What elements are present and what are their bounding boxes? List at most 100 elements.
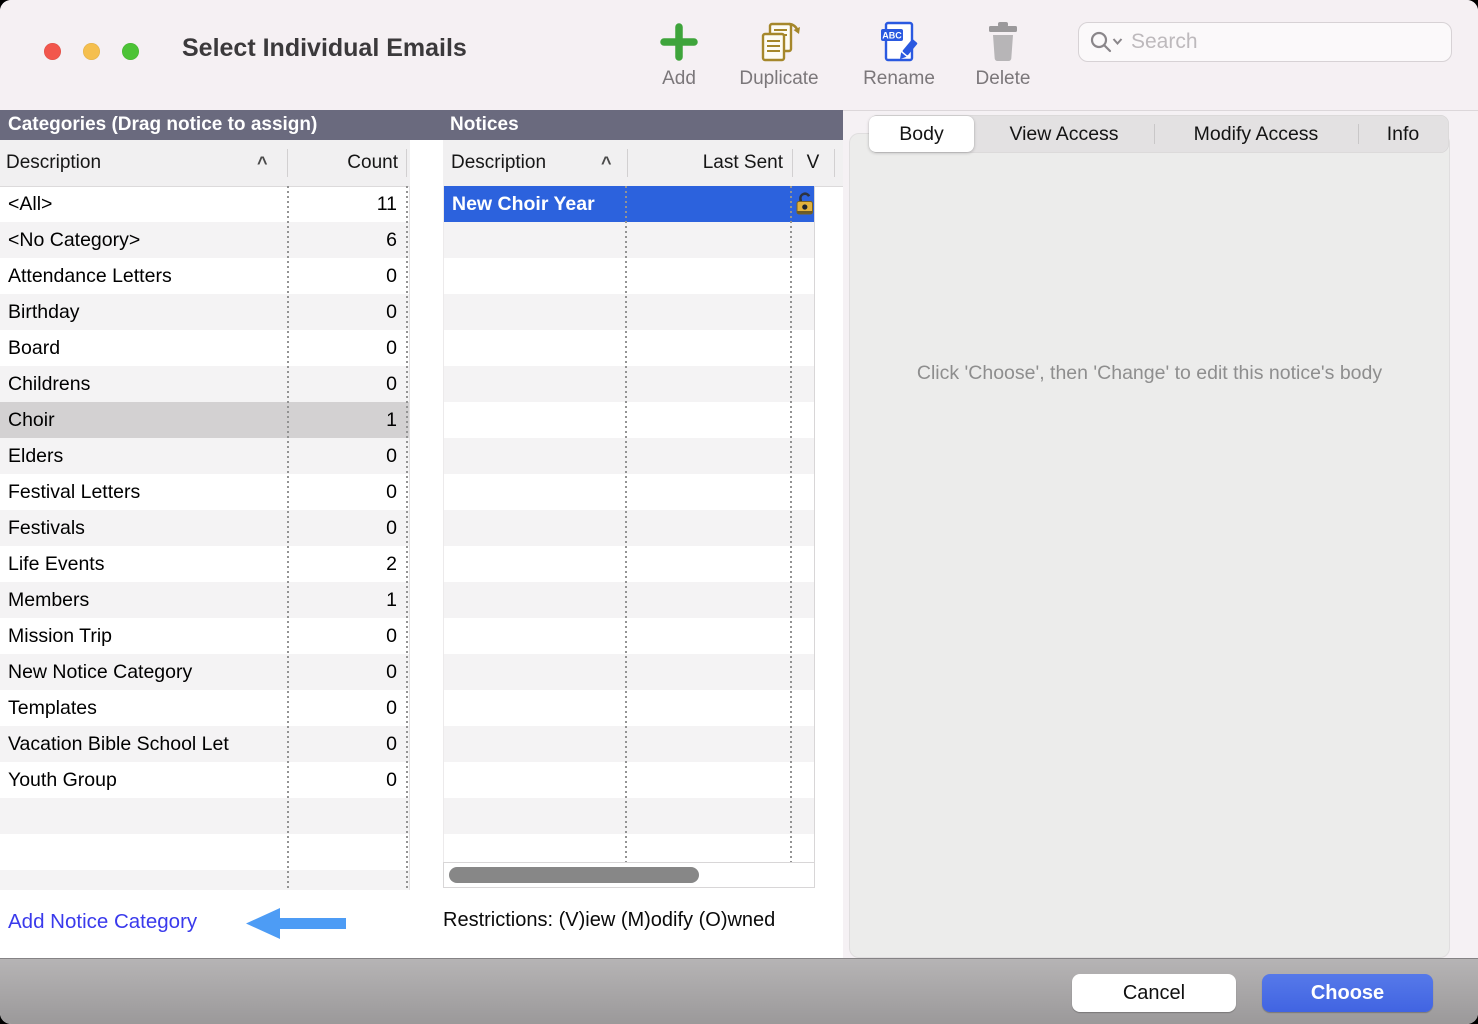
category-row[interactable]: Members1 (0, 582, 409, 618)
footer-bar: Cancel Choose (0, 958, 1478, 1024)
category-row[interactable]: Festival Letters0 (0, 474, 409, 510)
category-row[interactable]: Youth Group0 (0, 762, 409, 798)
notice-description: New Choir Year (444, 186, 625, 222)
categories-table: Description ^ Count <All>11<No Category>… (0, 140, 410, 890)
minimize-window-button[interactable] (83, 43, 100, 60)
category-count: 0 (286, 366, 409, 402)
categories-description-header[interactable]: Description (6, 140, 101, 186)
tab-info[interactable]: Info (1358, 116, 1448, 152)
tab-modify-access[interactable]: Modify Access (1154, 116, 1358, 152)
category-row[interactable]: Vacation Bible School Let0 (0, 726, 409, 762)
category-count: 0 (286, 330, 409, 366)
category-row[interactable]: Elders0 (0, 438, 409, 474)
category-description: Choir (0, 402, 286, 438)
empty-row (444, 438, 814, 474)
duplicate-button[interactable]: Duplicate (731, 18, 827, 90)
column-divider-dotted (287, 186, 289, 890)
category-count: 1 (286, 402, 409, 438)
category-count: 0 (286, 258, 409, 294)
empty-row (444, 222, 814, 258)
plus-icon (631, 18, 727, 66)
empty-row (0, 870, 409, 890)
empty-row (444, 330, 814, 366)
window-title: Select Individual Emails (182, 34, 467, 63)
category-row[interactable]: Templates0 (0, 690, 409, 726)
category-count: 0 (286, 510, 409, 546)
notices-group-title: Notices (450, 110, 519, 140)
search-input[interactable]: Search (1078, 22, 1452, 62)
notice-view-restriction (789, 186, 814, 222)
notice-body-area: Click 'Choose', then 'Change' to edit th… (849, 133, 1450, 958)
notices-last-sent-header[interactable]: Last Sent (627, 140, 783, 186)
scrollbar-thumb[interactable] (449, 867, 699, 883)
category-row[interactable]: <No Category>6 (0, 222, 409, 258)
notices-horizontal-scrollbar[interactable] (443, 862, 815, 888)
empty-row (444, 726, 814, 762)
empty-row (444, 690, 814, 726)
category-description: Templates (0, 690, 286, 726)
category-row[interactable]: <All>11 (0, 186, 409, 222)
notices-table: Description ^ Last Sent V New Choir Year (443, 140, 843, 890)
category-count: 1 (286, 582, 409, 618)
category-description: Youth Group (0, 762, 286, 798)
rename-button[interactable]: ABC Rename (851, 18, 947, 90)
add-notice-category-link[interactable]: Add Notice Category (8, 910, 197, 934)
category-count: 6 (286, 222, 409, 258)
column-separator (627, 149, 628, 177)
category-row[interactable]: Choir1 (0, 402, 409, 438)
notices-column-header: Description ^ Last Sent V (443, 140, 843, 187)
empty-row (444, 654, 814, 690)
category-count: 2 (286, 546, 409, 582)
empty-row (444, 798, 814, 834)
category-count: 0 (286, 654, 409, 690)
detail-panel: Click 'Choose', then 'Change' to edit th… (843, 111, 1478, 958)
category-row[interactable]: Life Events2 (0, 546, 409, 582)
category-description: Board (0, 330, 286, 366)
column-separator (834, 149, 835, 177)
empty-row (444, 762, 814, 798)
sort-ascending-indicator: ^ (257, 140, 268, 186)
categories-group-title: Categories (Drag notice to assign) (8, 110, 317, 140)
notices-view-header[interactable]: V (792, 140, 834, 186)
category-count: 0 (286, 726, 409, 762)
search-placeholder: Search (1131, 30, 1198, 54)
category-row[interactable]: New Notice Category0 (0, 654, 409, 690)
rename-icon: ABC (851, 18, 947, 66)
categories-count-header[interactable]: Count (287, 140, 398, 186)
category-row[interactable]: Birthday0 (0, 294, 409, 330)
sort-ascending-indicator: ^ (601, 140, 612, 186)
notices-description-header[interactable]: Description (451, 140, 546, 186)
column-separator (287, 149, 288, 177)
category-count: 0 (286, 438, 409, 474)
category-row[interactable]: Childrens0 (0, 366, 409, 402)
body-placeholder-message: Click 'Choose', then 'Change' to edit th… (850, 362, 1449, 385)
empty-row (0, 834, 409, 870)
categories-rows: <All>11<No Category>6Attendance Letters0… (0, 186, 410, 890)
group-header: Categories (Drag notice to assign) Notic… (0, 110, 843, 140)
category-row[interactable]: Board0 (0, 330, 409, 366)
category-row[interactable]: Festivals0 (0, 510, 409, 546)
empty-row (444, 582, 814, 618)
close-window-button[interactable] (44, 43, 61, 60)
tab-view-access[interactable]: View Access (974, 116, 1154, 152)
zoom-window-button[interactable] (122, 43, 139, 60)
search-icon (1089, 30, 1123, 54)
empty-row (444, 402, 814, 438)
svg-text:ABC: ABC (882, 31, 902, 41)
cancel-button[interactable]: Cancel (1072, 974, 1236, 1012)
tab-body[interactable]: Body (869, 116, 974, 152)
delete-button[interactable]: Delete (955, 18, 1051, 90)
category-description: Festival Letters (0, 474, 286, 510)
trash-icon (955, 18, 1051, 66)
empty-row (444, 474, 814, 510)
category-description: Life Events (0, 546, 286, 582)
category-description: Childrens (0, 366, 286, 402)
category-description: New Notice Category (0, 654, 286, 690)
notice-row[interactable]: New Choir Year (444, 186, 814, 222)
choose-button[interactable]: Choose (1262, 974, 1433, 1012)
category-description: Members (0, 582, 286, 618)
column-separator (406, 149, 407, 177)
add-button[interactable]: Add (631, 18, 727, 90)
category-row[interactable]: Attendance Letters0 (0, 258, 409, 294)
category-row[interactable]: Mission Trip0 (0, 618, 409, 654)
